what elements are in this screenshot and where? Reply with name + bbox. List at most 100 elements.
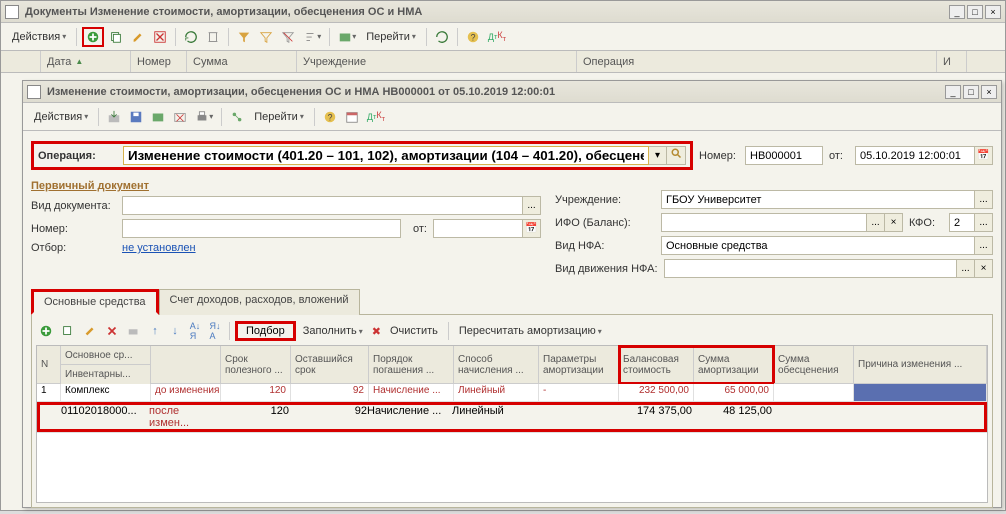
number-input[interactable] xyxy=(745,146,823,165)
cross-button[interactable] xyxy=(170,107,190,127)
actions-menu[interactable]: Действия▾ xyxy=(7,27,71,47)
tab-main[interactable]: Основные средства xyxy=(31,289,159,315)
help-button[interactable]: ? xyxy=(463,27,483,47)
col-method[interactable]: Способ начисления ... xyxy=(454,346,539,384)
nfa-move-select[interactable]: ... xyxy=(957,259,975,278)
org-input[interactable] xyxy=(661,190,975,209)
org-select[interactable]: ... xyxy=(975,190,993,209)
row-end-button[interactable] xyxy=(124,321,144,341)
nfa-type-input[interactable] xyxy=(661,236,975,255)
col-useful[interactable]: Срок полезного ... xyxy=(221,346,291,384)
operation-dropdown[interactable]: ▾ xyxy=(649,146,667,165)
maximize-button[interactable]: □ xyxy=(967,5,983,19)
col-date[interactable]: Дата ▲ xyxy=(41,51,131,72)
grid-row[interactable]: 1 Комплекс до изменения: 120 92 Начислен… xyxy=(37,384,987,402)
col-inv[interactable]: Инвентарны... xyxy=(61,365,151,384)
close-button[interactable]: × xyxy=(985,5,1001,19)
operation-search[interactable] xyxy=(667,146,686,165)
filter-by-value-button[interactable] xyxy=(234,27,254,47)
print-button[interactable]: ▾ xyxy=(192,107,216,127)
filter-off-button[interactable] xyxy=(278,27,298,47)
save-button[interactable] xyxy=(126,107,146,127)
inner-from-label: от: xyxy=(407,223,427,235)
recalc-menu[interactable]: Пересчитать амортизацию▾ xyxy=(454,321,607,341)
col-repay[interactable]: Порядок погашения ... xyxy=(369,346,454,384)
doc-date-input[interactable] xyxy=(433,219,523,238)
filter-link[interactable]: не установлен xyxy=(122,242,196,254)
refresh-button[interactable] xyxy=(181,27,201,47)
col-reason[interactable]: Причина изменения ... xyxy=(854,346,987,384)
col-i[interactable]: И xyxy=(937,51,967,72)
nfa-move-input[interactable] xyxy=(664,259,957,278)
clear-x-icon: ✖ xyxy=(370,325,383,338)
refresh2-button[interactable] xyxy=(432,27,452,47)
col-amort[interactable]: Сумма амортизации xyxy=(694,346,774,384)
post-button[interactable]: ▾ xyxy=(335,27,359,47)
doc-type-input[interactable] xyxy=(122,196,523,215)
sort-asc-button[interactable]: A↓Я xyxy=(186,321,204,341)
row-copy-button[interactable] xyxy=(58,321,78,341)
row-up-button[interactable]: ↑ xyxy=(146,321,164,341)
col-balance[interactable]: Балансовая стоимость xyxy=(619,346,694,384)
sort-button[interactable]: ▾ xyxy=(300,27,324,47)
nfa-type-select[interactable]: ... xyxy=(975,236,993,255)
interval-button[interactable] xyxy=(203,27,223,47)
calendar-button[interactable] xyxy=(342,107,362,127)
col-number[interactable]: Номер xyxy=(131,51,187,72)
select-button[interactable]: Подбор xyxy=(235,321,296,341)
nfa-move-label: Вид движения НФА: xyxy=(555,263,658,275)
col-remain[interactable]: Оставшийся срок xyxy=(291,346,369,384)
row-down-button[interactable]: ↓ xyxy=(166,321,184,341)
row-add-button[interactable] xyxy=(36,321,56,341)
primary-doc-title: Первичный документ xyxy=(31,180,541,192)
actions-menu[interactable]: Действия▾ xyxy=(29,107,93,127)
date-input[interactable] xyxy=(855,146,975,165)
col-sum[interactable]: Сумма xyxy=(187,51,297,72)
tab-incomes[interactable]: Счет доходов, расходов, вложений xyxy=(159,289,360,315)
edit-button[interactable] xyxy=(128,27,148,47)
col-blank xyxy=(1,51,41,72)
dtkt-button[interactable]: ДтКт xyxy=(485,27,509,47)
maximize-button[interactable]: □ xyxy=(963,85,979,99)
help-button[interactable]: ? xyxy=(320,107,340,127)
ifo-clear[interactable]: × xyxy=(885,213,903,232)
row-delete-button[interactable] xyxy=(102,321,122,341)
minimize-button[interactable]: _ xyxy=(949,5,965,19)
doc-num-input[interactable] xyxy=(122,219,401,238)
add-button[interactable] xyxy=(82,27,104,47)
nfa-move-clear[interactable]: × xyxy=(975,259,993,278)
filter-button[interactable] xyxy=(256,27,276,47)
operation-input[interactable] xyxy=(123,146,649,165)
document-icon xyxy=(5,5,19,19)
ifo-select[interactable]: ... xyxy=(867,213,885,232)
col-op[interactable]: Операция xyxy=(577,51,937,72)
col-n[interactable]: N xyxy=(37,346,61,384)
mark-delete-button[interactable] xyxy=(150,27,170,47)
col-params[interactable]: Параметры амортизации xyxy=(539,346,619,384)
kfo-select[interactable]: ... xyxy=(975,213,993,232)
dtkt2-button[interactable]: ДтКт xyxy=(364,107,388,127)
goto-menu[interactable]: Перейти▾ xyxy=(249,107,309,127)
sort-desc-button[interactable]: Я↓A xyxy=(206,321,224,341)
date-picker[interactable]: 📅 xyxy=(975,146,993,165)
col-asset[interactable]: Основное ср... xyxy=(61,346,151,365)
clear-button[interactable]: Очистить xyxy=(385,321,443,341)
col-state[interactable] xyxy=(151,346,221,384)
col-impair[interactable]: Сумма обесценения xyxy=(774,346,854,384)
row-edit-button[interactable] xyxy=(80,321,100,341)
copy-button[interactable] xyxy=(106,27,126,47)
related-button[interactable] xyxy=(227,107,247,127)
grid-row-after[interactable]: 01102018000... после измен... 120 92 Нач… xyxy=(37,402,987,432)
minimize-button[interactable]: _ xyxy=(945,85,961,99)
col-org[interactable]: Учреждение xyxy=(297,51,577,72)
kfo-input[interactable] xyxy=(949,213,975,232)
post-close-button[interactable] xyxy=(104,107,124,127)
ifo-input[interactable] xyxy=(661,213,867,232)
fill-menu[interactable]: Заполнить▾ xyxy=(298,321,368,341)
document-icon xyxy=(27,85,41,99)
post2-button[interactable] xyxy=(148,107,168,127)
close-button[interactable]: × xyxy=(981,85,997,99)
doc-type-select[interactable]: ... xyxy=(523,196,541,215)
doc-date-picker[interactable]: 📅 xyxy=(523,219,541,238)
goto-menu[interactable]: Перейти▾ xyxy=(361,27,421,47)
